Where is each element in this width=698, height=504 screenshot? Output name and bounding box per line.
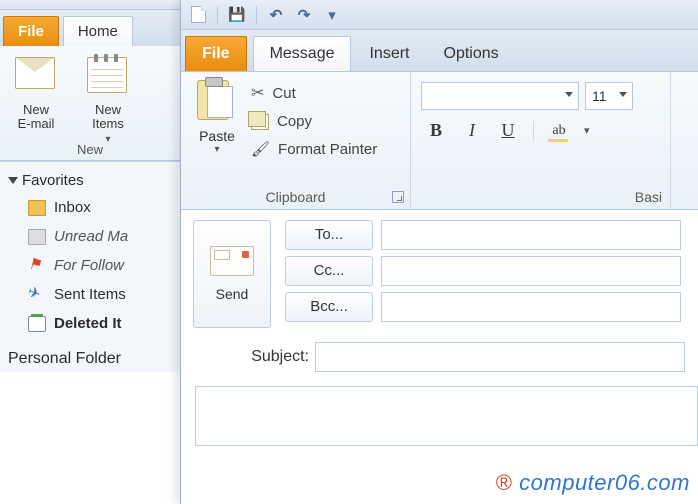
chevron-down-icon: ▾ — [214, 144, 219, 155]
scissors-icon — [251, 83, 264, 103]
message-header-area: Send To... Cc... Bcc... Subject: — [181, 210, 698, 446]
new-email-button[interactable]: New E-mail — [0, 52, 72, 145]
group-label-new: New — [0, 142, 180, 157]
compose-tab-message[interactable]: Message — [253, 36, 352, 71]
tab-home[interactable]: Home — [63, 16, 133, 46]
ribbon-tabs: File Home — [0, 10, 180, 46]
font-family-combo[interactable] — [421, 82, 579, 110]
undo-button[interactable] — [267, 6, 285, 24]
subject-field[interactable] — [315, 342, 685, 372]
clipboard-group: Paste ▾ Cut Copy Format Painter Clipboar… — [181, 72, 411, 209]
calendar-icon — [87, 57, 127, 93]
mail-icon — [15, 57, 55, 89]
brush-icon — [251, 140, 270, 158]
tab-file[interactable]: File — [3, 16, 59, 46]
cc-button[interactable]: Cc... — [285, 256, 373, 286]
redo-button[interactable] — [295, 6, 313, 24]
personal-folders-header[interactable]: Personal Folder — [0, 338, 180, 372]
chevron-down-icon: ▾ — [584, 124, 590, 137]
collapse-icon — [8, 177, 18, 184]
sidebar-item-sent[interactable]: Sent Items — [0, 280, 180, 309]
folder-icon — [28, 229, 46, 245]
app-icon — [189, 6, 207, 24]
copy-button[interactable]: Copy — [247, 108, 381, 135]
paste-button[interactable]: Paste ▾ — [187, 78, 247, 163]
clipboard-dialog-launcher[interactable] — [392, 191, 404, 203]
quick-access-toolbar: ▾ — [181, 0, 698, 30]
send-button[interactable]: Send — [193, 220, 271, 328]
envelope-icon — [210, 246, 254, 276]
group-label-basictext: Basi — [411, 189, 670, 205]
font-group: 11 B I U ab ▾ Basi — [411, 72, 671, 209]
sidebar-item-deleted[interactable]: Deleted It — [0, 309, 180, 338]
nav-pane: Favorites Inbox Unread Ma For Follow Sen… — [0, 161, 180, 372]
folder-icon — [28, 200, 46, 216]
italic-button[interactable]: I — [461, 120, 483, 141]
outlook-main-window: File Home New E-mail New Items ▾ New Fav… — [0, 0, 180, 504]
bcc-field[interactable] — [381, 292, 681, 322]
trash-icon — [28, 316, 46, 332]
sidebar-item-unread[interactable]: Unread Ma — [0, 222, 180, 251]
highlight-button[interactable]: ab — [548, 123, 570, 139]
cut-button[interactable]: Cut — [247, 78, 381, 108]
chevron-down-icon — [619, 92, 627, 97]
favorites-header[interactable]: Favorites — [0, 168, 180, 193]
watermark: ® computer06.com — [496, 470, 690, 496]
new-items-button[interactable]: New Items ▾ — [72, 52, 144, 145]
compose-window: ▾ File Message Insert Options Paste ▾ Cu… — [180, 0, 698, 504]
message-body[interactable] — [195, 386, 698, 446]
flag-icon — [28, 258, 46, 274]
compose-ribbon: Paste ▾ Cut Copy Format Painter Clipboar… — [181, 72, 698, 210]
bcc-button[interactable]: Bcc... — [285, 292, 373, 322]
format-painter-button[interactable]: Format Painter — [247, 135, 381, 163]
group-label-clipboard: Clipboard — [181, 189, 410, 205]
compose-tab-insert[interactable]: Insert — [353, 37, 425, 71]
underline-button[interactable]: U — [497, 120, 519, 141]
qa-more-button[interactable]: ▾ — [323, 6, 341, 24]
titlebar — [0, 0, 180, 10]
sidebar-item-inbox[interactable]: Inbox — [0, 193, 180, 222]
bold-button[interactable]: B — [425, 120, 447, 141]
compose-tab-options[interactable]: Options — [428, 37, 515, 71]
compose-tab-file[interactable]: File — [185, 36, 247, 71]
save-button[interactable] — [228, 6, 246, 24]
copy-icon — [251, 114, 269, 130]
to-button[interactable]: To... — [285, 220, 373, 250]
sidebar-item-followup[interactable]: For Follow — [0, 251, 180, 280]
compose-ribbon-tabs: File Message Insert Options — [181, 30, 698, 72]
cc-field[interactable] — [381, 256, 681, 286]
to-field[interactable] — [381, 220, 681, 250]
font-size-combo[interactable]: 11 — [585, 82, 633, 110]
chevron-down-icon — [565, 92, 573, 97]
ribbon-home: New E-mail New Items ▾ New — [0, 46, 180, 161]
subject-label: Subject: — [233, 348, 315, 366]
paste-icon — [197, 80, 229, 120]
sent-icon — [28, 287, 46, 303]
